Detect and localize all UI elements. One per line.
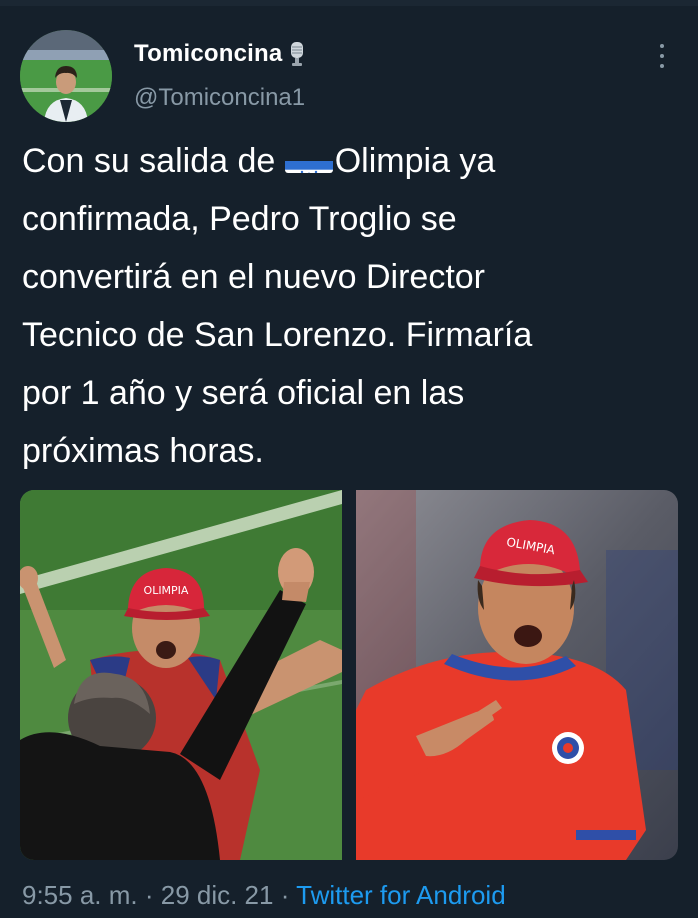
tweet-image-1[interactable]: OLIMPIA xyxy=(20,490,342,860)
tweet-text-line-3: convertirá en el nuevo Director xyxy=(22,258,486,296)
tweet-text-segment: Olimpia ya xyxy=(334,142,496,180)
microphone-icon xyxy=(288,41,306,67)
tweet-text-line-4: Tecnico de San Lorenzo. Firmaría xyxy=(22,316,533,354)
more-options-icon[interactable] xyxy=(652,44,672,68)
avatar-image xyxy=(20,30,112,122)
tweet-time[interactable]: 9:55 a. m. xyxy=(22,880,138,910)
top-divider xyxy=(0,0,698,6)
celebrating-coach-photo: OLIMPIA xyxy=(20,490,342,860)
tweet-text-line-6: próximas horas. xyxy=(22,432,264,470)
tweet-text-line-2: confirmada, Pedro Troglio se xyxy=(22,200,457,238)
separator: · xyxy=(273,880,297,910)
tweet-source-link[interactable]: Twitter for Android xyxy=(296,880,506,910)
cap-logo-text: OLIMPIA xyxy=(144,584,189,597)
coach-pointing-photo: OLIMPIA xyxy=(356,490,678,860)
tweet-metadata: 9:55 a. m. · 29 dic. 21 · Twitter for An… xyxy=(22,880,506,911)
tweet-date[interactable]: 29 dic. 21 xyxy=(161,880,274,910)
tweet-text-line-5: por 1 año y será oficial en las xyxy=(22,374,465,412)
tweet-text: Con su salida de Olimpia ya confirmada, … xyxy=(22,132,672,480)
tweet-text-line-1: Con su salida de Olimpia ya xyxy=(22,132,672,190)
tweet-text-segment: Con su salida de xyxy=(22,142,285,180)
author-name-row[interactable]: Tomiconcina xyxy=(134,40,306,68)
honduras-flag-icon xyxy=(284,147,333,174)
avatar[interactable] xyxy=(20,30,112,122)
user-handle[interactable]: @Tomiconcina1 xyxy=(134,84,305,112)
display-name[interactable]: Tomiconcina xyxy=(134,40,282,68)
tweet-image-2[interactable]: OLIMPIA xyxy=(356,490,678,860)
separator: · xyxy=(137,880,161,910)
